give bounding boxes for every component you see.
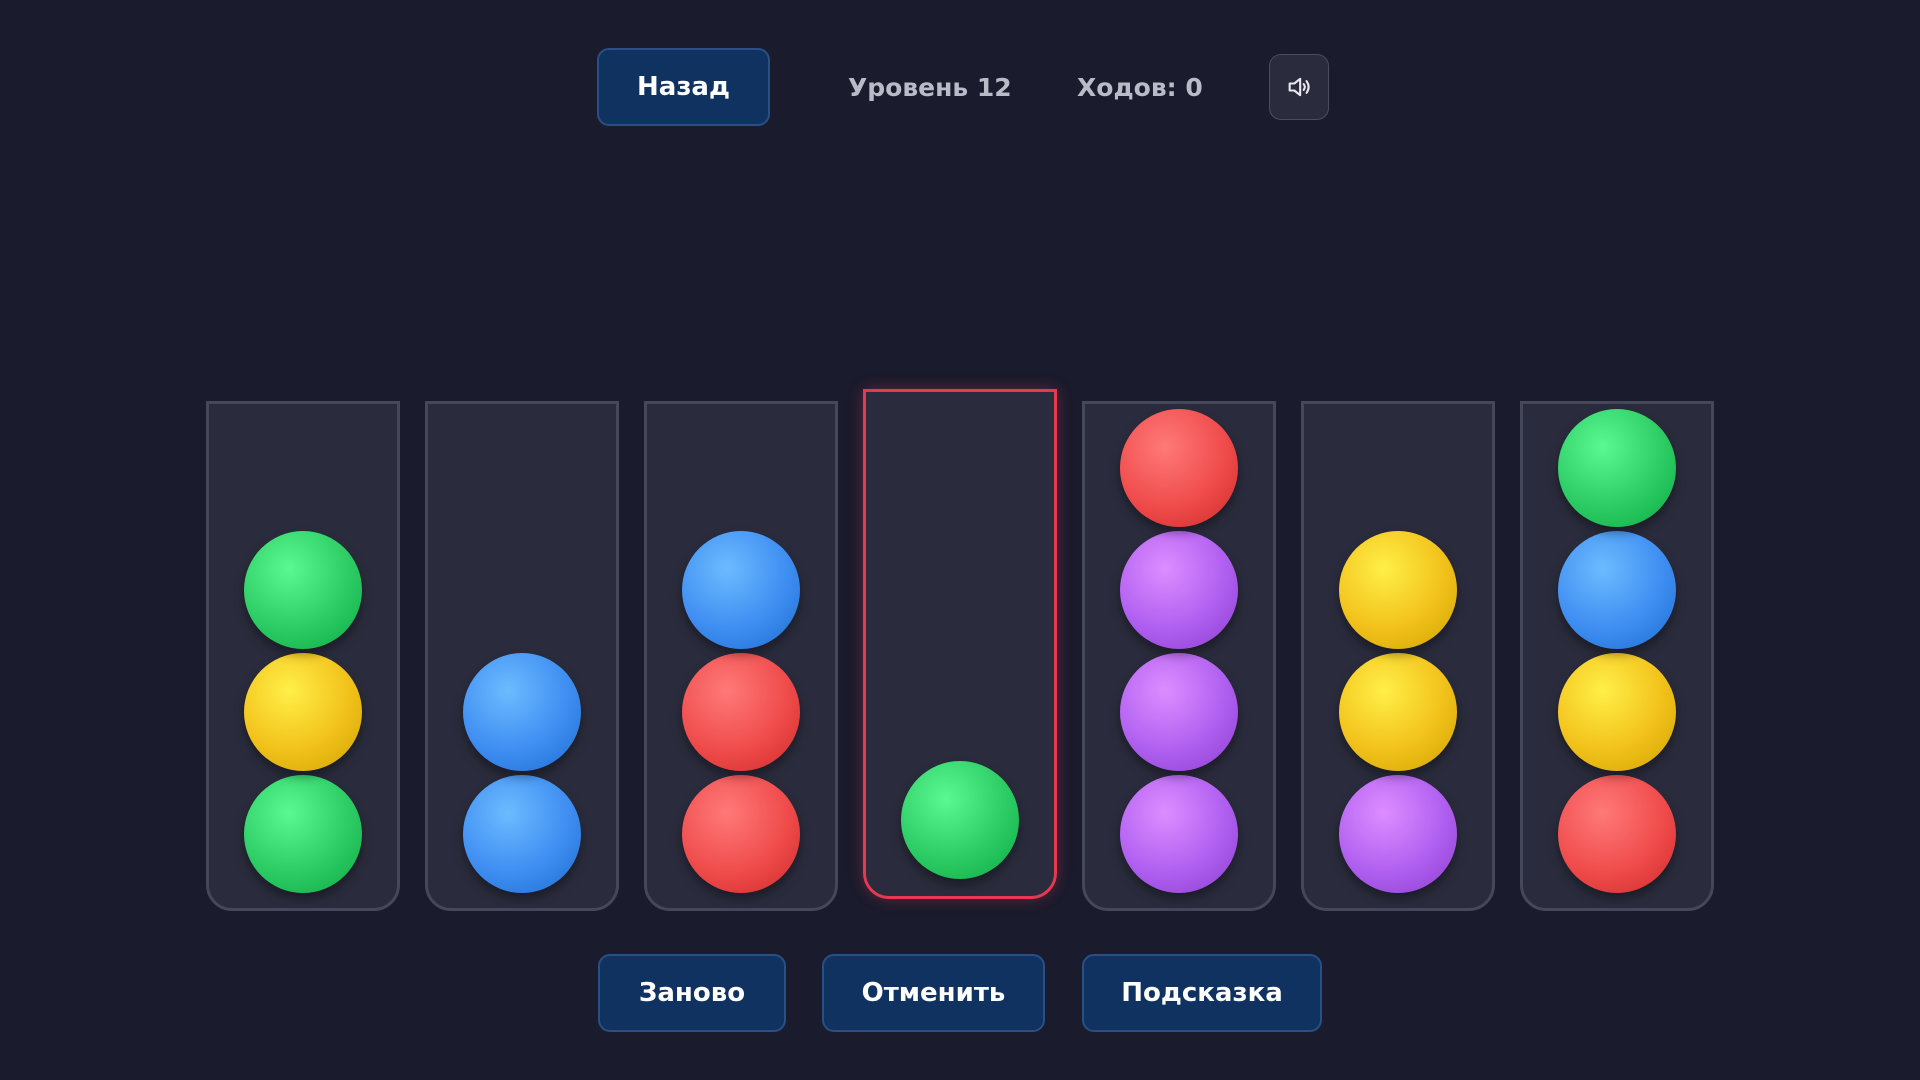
ball-yellow bbox=[1558, 653, 1676, 771]
ball-red bbox=[1558, 775, 1676, 893]
top-bar: Назад Уровень 12 Ходов: 0 bbox=[0, 48, 1920, 126]
tube-7[interactable] bbox=[1520, 401, 1714, 911]
ball-blue bbox=[463, 653, 581, 771]
ball-blue bbox=[463, 775, 581, 893]
tube-3[interactable] bbox=[644, 401, 838, 911]
ball-purple bbox=[1120, 653, 1238, 771]
sound-toggle-button[interactable] bbox=[1269, 54, 1329, 120]
speaker-icon bbox=[1288, 77, 1310, 97]
ball-green bbox=[1558, 409, 1676, 527]
ball-green bbox=[244, 531, 362, 649]
ball-green bbox=[244, 775, 362, 893]
ball-yellow bbox=[244, 653, 362, 771]
ball-purple bbox=[1120, 775, 1238, 893]
ball-yellow bbox=[1339, 653, 1457, 771]
tube-6[interactable] bbox=[1301, 401, 1495, 911]
tube-1[interactable] bbox=[206, 401, 400, 911]
ball-red bbox=[682, 653, 800, 771]
level-label: Уровень 12 bbox=[848, 72, 1012, 102]
ball-red bbox=[1120, 409, 1238, 527]
tube-5[interactable] bbox=[1082, 401, 1276, 911]
ball-yellow bbox=[1339, 531, 1457, 649]
hint-button[interactable]: Подсказка bbox=[1082, 954, 1322, 1032]
tube-4[interactable] bbox=[863, 389, 1057, 899]
moves-counter: Ходов: 0 bbox=[1077, 72, 1203, 102]
undo-button[interactable]: Отменить bbox=[822, 954, 1045, 1032]
tube-2[interactable] bbox=[425, 401, 619, 911]
back-button[interactable]: Назад bbox=[597, 48, 770, 126]
ball-blue bbox=[1558, 531, 1676, 649]
ball-purple bbox=[1339, 775, 1457, 893]
ball-green bbox=[901, 761, 1019, 879]
ball-blue bbox=[682, 531, 800, 649]
restart-button[interactable]: Заново bbox=[598, 954, 786, 1032]
ball-purple bbox=[1120, 531, 1238, 649]
ball-red bbox=[682, 775, 800, 893]
